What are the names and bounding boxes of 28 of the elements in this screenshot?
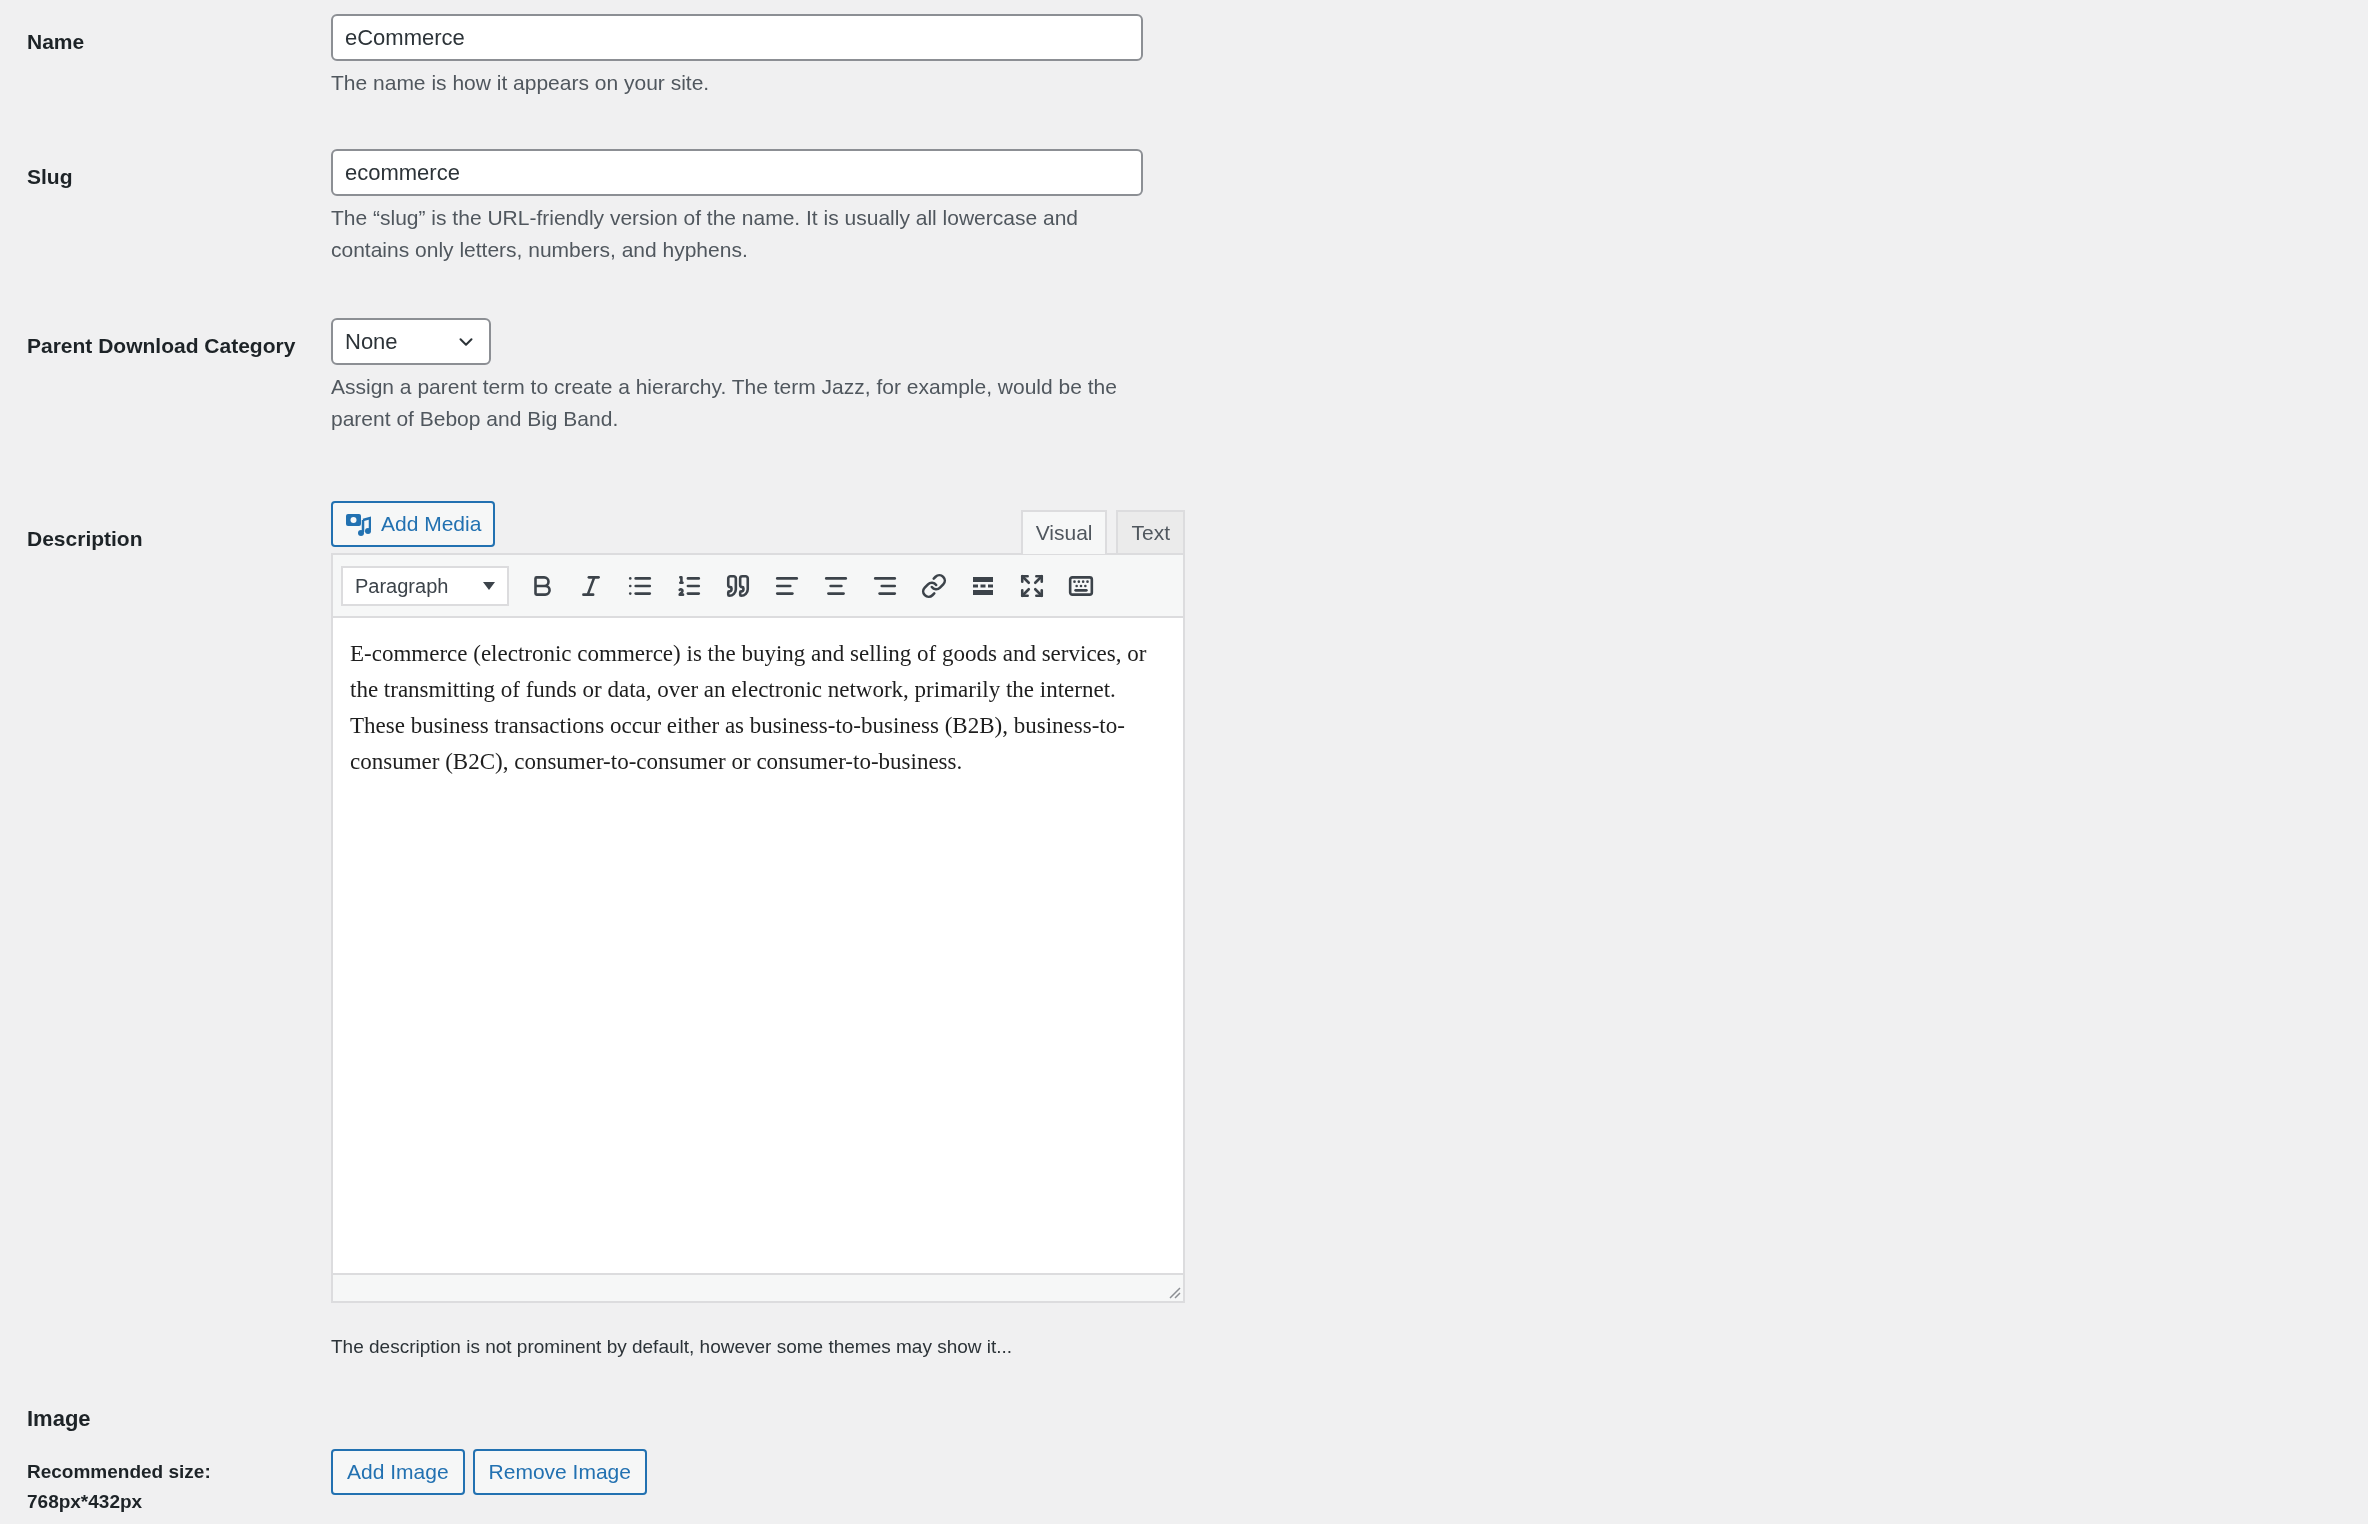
field-label: Image (26, 1404, 92, 1433)
add-media-button[interactable]: Add Media (331, 501, 496, 547)
help-text: The name is how it appears on your site. (331, 70, 711, 96)
image-button[interactable]: Add Image (331, 1448, 465, 1495)
help-text: Assign a parent term to create a hierarchy. The term Jazz, for example, would be the parent of Bebop and Big Band. (331, 374, 1118, 432)
image-button[interactable]: Remove Image (472, 1448, 647, 1495)
fullscreen-icon[interactable] (1018, 572, 1045, 599)
field-label: Description (26, 526, 144, 552)
link-icon[interactable] (920, 572, 947, 599)
size-hint: Recommended size: (27, 1459, 212, 1484)
name-input[interactable]: eCommerce (331, 14, 1143, 61)
size-hint: 768px*432px (27, 1489, 144, 1514)
dropdown-arrow-icon (483, 581, 495, 590)
editor-tab[interactable]: Text (1116, 510, 1185, 553)
editor-tab[interactable]: Visual (1020, 510, 1108, 554)
help-text: The description is not prominent by default, however some themes may show it... (331, 1335, 1014, 1359)
quote-icon[interactable] (724, 572, 751, 599)
field-label: Slug (26, 164, 74, 190)
field-label: Parent Download Category (26, 333, 297, 359)
field-label: Name (26, 29, 86, 55)
parent-select[interactable]: None (331, 318, 491, 365)
slug-input[interactable]: ecommerce (331, 149, 1143, 196)
resize-handle-icon[interactable] (1167, 1285, 1181, 1299)
editor-body[interactable] (333, 618, 1183, 1273)
media-icon (345, 511, 371, 537)
help-text: The “slug” is the URL-friendly version of the name. It is usually all lowercase and contains only letters, numbers, and hyphens. (331, 205, 1079, 263)
description-text: E-commerce (electronic commerce) is the buying and selling of goods and services, or the transmitting of funds or data, over an electronic network, primarily the internet. These business transactions occur either as business-to-business (B2B), business-to-consumer (B2C), consumer-to-consumer or consumer-to-business. (350, 640, 1148, 776)
format-select[interactable]: Paragraph (341, 565, 509, 606)
